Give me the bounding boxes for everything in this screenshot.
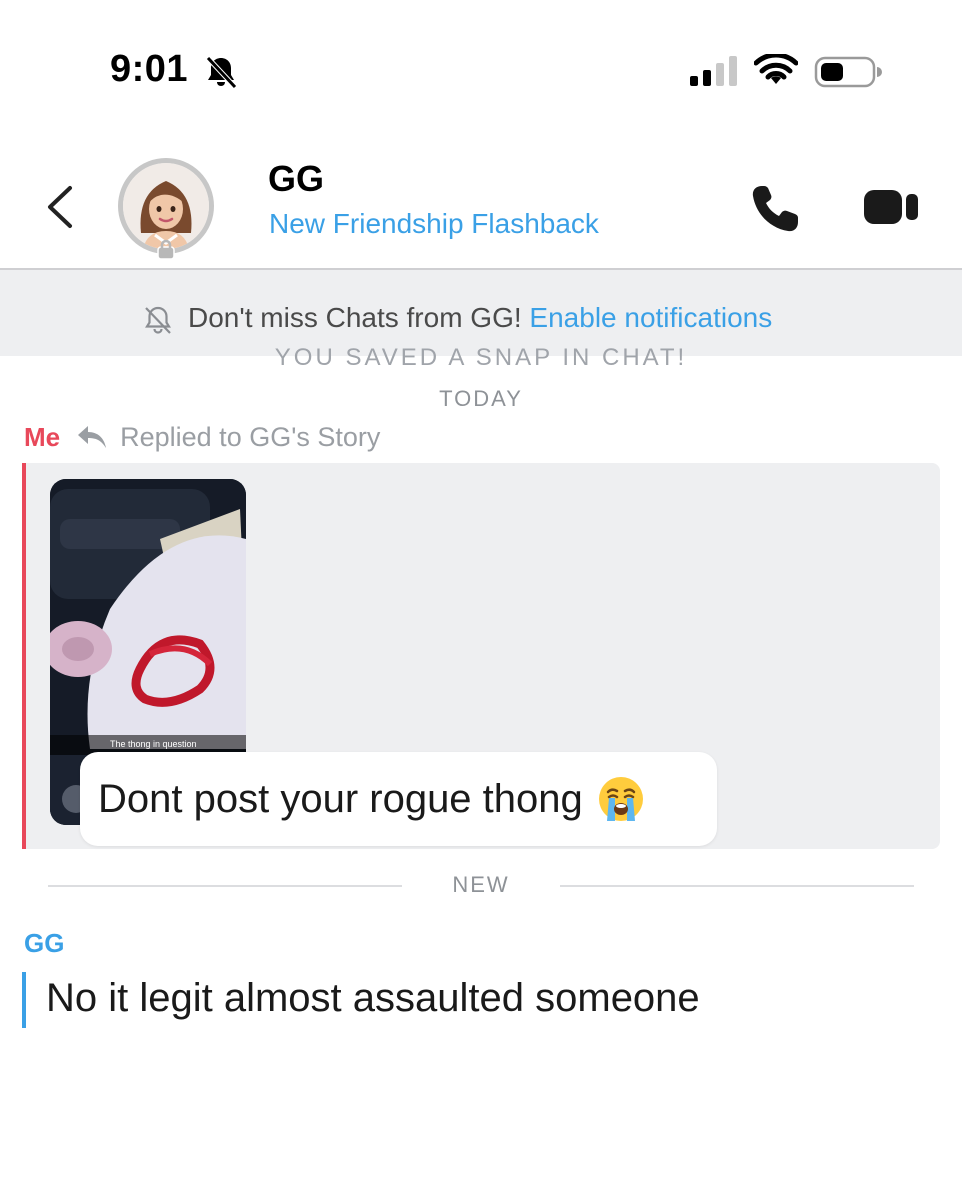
friendship-flashback-link[interactable]: New Friendship Flashback xyxy=(269,208,599,240)
battery-icon xyxy=(814,56,882,88)
bell-off-icon xyxy=(145,306,171,334)
chat-header: GG New Friendship Flashback xyxy=(0,130,962,270)
my-message-text: Dont post your rogue thong xyxy=(98,776,583,821)
new-divider-line-left xyxy=(48,885,402,887)
status-bar: 9:01 xyxy=(0,0,962,120)
lock-icon xyxy=(157,239,175,260)
wifi-icon xyxy=(754,54,798,84)
contact-name[interactable]: GG xyxy=(268,158,324,200)
reply-context: Replied to GG's Story xyxy=(120,421,381,452)
new-divider-line-right xyxy=(560,885,914,887)
bitmoji-avatar xyxy=(123,163,209,249)
new-separator: NEW xyxy=(452,872,510,897)
enable-notifications-link[interactable]: Enable notifications xyxy=(529,302,772,333)
reply-accent-bar xyxy=(22,463,26,849)
notification-text: Don't miss Chats from GG! Enable notific… xyxy=(188,302,772,334)
reply-arrow-icon xyxy=(78,426,107,448)
cellular-signal-icon xyxy=(690,56,737,86)
reply-header: Me Replied to GG's Story xyxy=(24,420,380,454)
friend-accent-bar xyxy=(22,972,26,1028)
video-camera-icon[interactable] xyxy=(862,184,922,230)
notification-message: Don't miss Chats from GG! xyxy=(188,302,522,333)
status-time: 9:01 xyxy=(110,48,189,90)
date-separator: TODAY xyxy=(439,386,523,411)
my-message-bubble[interactable]: Dont post your rogue thong xyxy=(80,752,717,846)
friend-message-text[interactable]: No it legit almost assaulted someone xyxy=(46,976,700,1021)
sender-gg: GG xyxy=(24,928,65,958)
saved-snap-note: YOU SAVED A SNAP IN CHAT! xyxy=(0,342,962,366)
bell-off-icon xyxy=(206,56,237,89)
sender-me: Me xyxy=(24,421,61,452)
saved-snap-text: YOU SAVED A SNAP IN CHAT! xyxy=(274,344,688,366)
phone-icon[interactable] xyxy=(748,180,804,236)
back-chevron-icon[interactable] xyxy=(40,182,80,232)
loudly-crying-face-emoji xyxy=(598,777,643,821)
